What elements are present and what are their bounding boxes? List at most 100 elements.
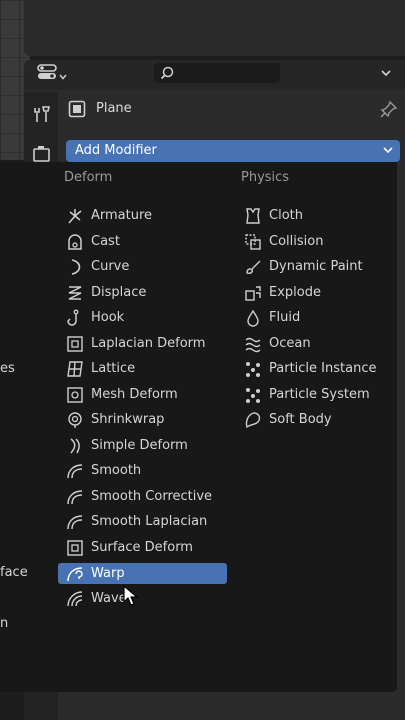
- add-modifier-label: Add Modifier: [75, 143, 157, 158]
- shrinkwrap-icon: [64, 411, 86, 429]
- properties-editor-icon: [37, 64, 57, 84]
- lattice-icon: [64, 360, 86, 378]
- curve-icon: [64, 258, 86, 276]
- soft-body-icon: [242, 411, 264, 429]
- menu-item-label: Particle Instance: [269, 361, 377, 376]
- menu-item-particle-instance[interactable]: Particle Instance: [236, 358, 394, 379]
- collision-icon: [242, 233, 264, 251]
- cut-menu-item[interactable]: face: [0, 565, 28, 580]
- cut-menu-item[interactable]: es: [0, 361, 15, 376]
- menu-item-laplacian-deform[interactable]: Laplacian Deform: [58, 333, 227, 354]
- warp-icon: [64, 565, 86, 583]
- search-icon: [160, 66, 174, 80]
- top-editor-area: [24, 0, 405, 56]
- chevron-down-icon: [381, 70, 391, 77]
- menu-item-label: Smooth: [91, 463, 142, 478]
- menu-item-armature[interactable]: Armature: [58, 205, 227, 226]
- menu-item-fluid[interactable]: Fluid: [236, 307, 394, 328]
- cut-menu-item[interactable]: n: [0, 616, 8, 631]
- camera-back-icon: [33, 146, 50, 162]
- menu-item-smooth-corrective[interactable]: Smooth Corrective: [58, 486, 227, 507]
- menu-item-label: Mesh Deform: [91, 387, 178, 402]
- menu-item-label: Shrinkwrap: [91, 412, 165, 427]
- deform-category-title: Deform: [64, 170, 113, 185]
- menu-item-label: Lattice: [91, 361, 136, 376]
- menu-item-cast[interactable]: Cast: [58, 231, 227, 252]
- menu-item-label: Hook: [91, 310, 125, 325]
- menu-item-curve[interactable]: Curve: [58, 256, 227, 277]
- chevron-down-icon: [382, 145, 394, 160]
- hook-icon: [64, 309, 86, 327]
- armature-icon: [64, 207, 86, 225]
- surface-deform-icon: [64, 539, 86, 557]
- menu-item-lattice[interactable]: Lattice: [58, 358, 227, 379]
- options-chevron-button[interactable]: [379, 65, 393, 84]
- fluid-icon: [242, 309, 264, 327]
- dynamic-paint-icon: [242, 258, 264, 276]
- menu-item-label: Smooth Corrective: [91, 489, 213, 504]
- menu-item-label: Particle System: [269, 387, 370, 402]
- menu-item-label: Surface Deform: [91, 540, 193, 555]
- particle-instance-icon: [242, 360, 264, 378]
- ocean-icon: [242, 335, 264, 353]
- simple-deform-icon: [64, 437, 86, 455]
- wave-icon: [64, 590, 86, 608]
- pin-icon: [380, 100, 398, 118]
- menu-item-label: Soft Body: [269, 412, 332, 427]
- menu-item-label: Wave: [91, 591, 127, 606]
- mesh-deform-icon: [64, 386, 86, 404]
- menu-item-mesh-deform[interactable]: Mesh Deform: [58, 384, 227, 405]
- menu-item-particle-system[interactable]: Particle System: [236, 384, 394, 405]
- menu-item-label: Cast: [91, 234, 120, 249]
- menu-item-wave[interactable]: Wave: [58, 588, 227, 609]
- menu-item-label: Cloth: [269, 208, 303, 223]
- menu-item-smooth[interactable]: Smooth: [58, 460, 227, 481]
- editor-type-button[interactable]: [34, 63, 70, 85]
- menu-item-dynamic-paint[interactable]: Dynamic Paint: [236, 256, 394, 277]
- menu-item-hook[interactable]: Hook: [58, 307, 227, 328]
- menu-item-label: Armature: [91, 208, 153, 223]
- menu-item-displace[interactable]: Displace: [58, 282, 227, 303]
- menu-item-label: Explode: [269, 285, 321, 300]
- menu-item-smooth-laplacian[interactable]: Smooth Laplacian: [58, 511, 227, 532]
- menu-item-surface-deform[interactable]: Surface Deform: [58, 537, 227, 558]
- cloth-icon: [242, 207, 264, 225]
- explode-icon: [242, 284, 264, 302]
- smooth-laplacian-icon: [64, 513, 86, 531]
- menu-item-collision[interactable]: Collision: [236, 231, 394, 252]
- menu-item-soft-body[interactable]: Soft Body: [236, 409, 394, 430]
- physics-category-title: Physics: [241, 170, 290, 185]
- smooth-icon: [64, 462, 86, 480]
- wrench-screwdriver-icon: [34, 106, 51, 122]
- render-tab[interactable]: [32, 144, 52, 164]
- menu-item-label: Curve: [91, 259, 130, 274]
- mouse-cursor-icon: [123, 584, 139, 611]
- menu-item-simple-deform[interactable]: Simple Deform: [58, 435, 227, 456]
- laplacian-deform-icon: [64, 335, 86, 353]
- smooth-corrective-icon: [64, 488, 86, 506]
- menu-item-label: Fluid: [269, 310, 301, 325]
- menu-item-label: Dynamic Paint: [269, 259, 363, 274]
- cast-icon: [64, 233, 86, 251]
- tool-tab[interactable]: [32, 104, 52, 124]
- menu-item-label: Laplacian Deform: [91, 336, 206, 351]
- object-square-icon: [68, 100, 86, 122]
- object-name: Plane: [96, 101, 132, 116]
- menu-item-warp[interactable]: Warp: [58, 563, 227, 584]
- pin-button[interactable]: [380, 100, 398, 122]
- menu-item-label: Ocean: [269, 336, 311, 351]
- chevron-down-icon: [59, 65, 67, 84]
- menu-item-cloth[interactable]: Cloth: [236, 205, 394, 226]
- menu-item-shrinkwrap[interactable]: Shrinkwrap: [58, 409, 227, 430]
- search-input[interactable]: [154, 63, 280, 83]
- particle-system-icon: [242, 386, 264, 404]
- displace-icon: [64, 284, 86, 302]
- menu-item-label: Smooth Laplacian: [91, 514, 208, 529]
- add-modifier-button[interactable]: Add Modifier: [66, 140, 400, 162]
- menu-item-label: Warp: [91, 566, 125, 581]
- menu-item-label: Collision: [269, 234, 324, 249]
- menu-item-ocean[interactable]: Ocean: [236, 333, 394, 354]
- menu-item-explode[interactable]: Explode: [236, 282, 394, 303]
- menu-item-label: Simple Deform: [91, 438, 188, 453]
- menu-item-label: Displace: [91, 285, 147, 300]
